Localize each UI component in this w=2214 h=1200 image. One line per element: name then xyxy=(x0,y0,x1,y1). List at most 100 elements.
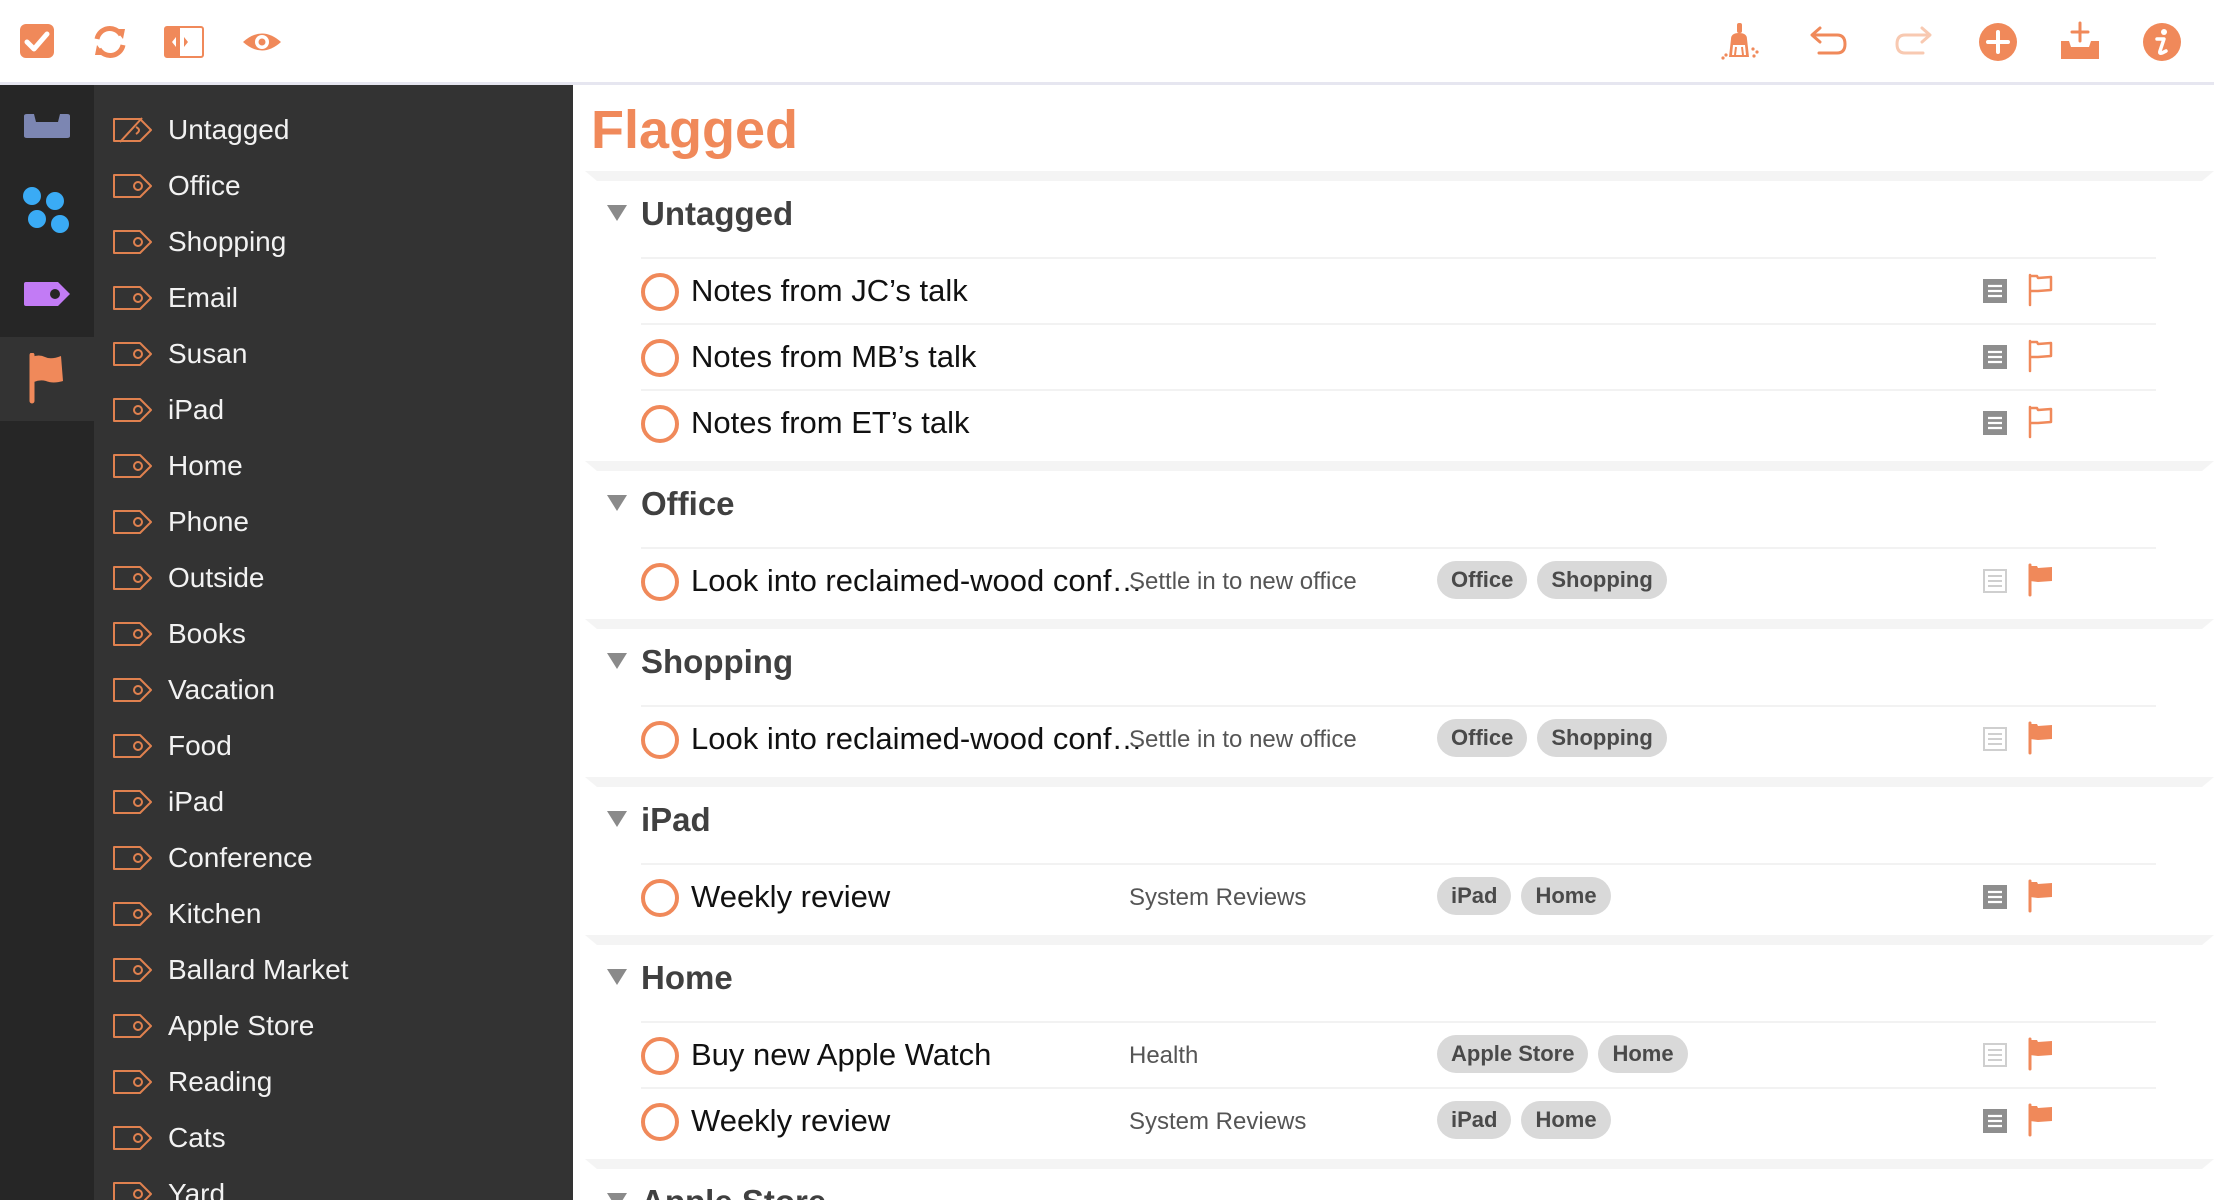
disclosure-triangle-icon[interactable] xyxy=(607,495,627,511)
tag-pill[interactable]: Apple Store xyxy=(1437,1035,1589,1073)
task-checkbox[interactable] xyxy=(641,879,679,917)
task-row[interactable]: Weekly review System Reviews iPad Home xyxy=(641,863,2156,927)
tag-pill[interactable]: Shopping xyxy=(1537,561,1667,599)
sidebar-tag-item[interactable]: Shopping xyxy=(94,214,573,270)
flag-icon[interactable] xyxy=(2027,879,2055,913)
group-header[interactable]: Apple Store xyxy=(573,1169,2214,1200)
clean-up-button[interactable] xyxy=(1718,20,1762,64)
task-row[interactable]: Look into reclaimed-wood conf… Settle in … xyxy=(641,547,2156,611)
undo-button[interactable] xyxy=(1806,20,1850,64)
sidebar-tag-item[interactable]: Yard xyxy=(94,1166,573,1200)
task-row[interactable]: Look into reclaimed-wood conf… Settle in … xyxy=(641,705,2156,769)
task-checkbox[interactable] xyxy=(641,273,679,311)
note-icon[interactable] xyxy=(1983,411,2007,435)
tag-pill[interactable]: Home xyxy=(1521,877,1611,915)
perspective-inbox[interactable] xyxy=(0,85,94,169)
sidebar-tag-item[interactable]: Office xyxy=(94,158,573,214)
sidebar-tag-item[interactable]: Vacation xyxy=(94,662,573,718)
task-title[interactable]: Buy new Apple Watch xyxy=(691,1023,991,1087)
group-header[interactable]: Shopping xyxy=(573,629,2214,695)
tag-pill[interactable]: Office xyxy=(1437,719,1528,757)
flag-icon[interactable] xyxy=(2027,721,2055,755)
task-title[interactable]: Look into reclaimed-wood conf… xyxy=(691,549,1142,613)
note-empty-icon[interactable] xyxy=(1983,727,2007,751)
flag-icon[interactable] xyxy=(2027,1103,2055,1137)
tag-pill[interactable]: iPad xyxy=(1437,1101,1512,1139)
task-checkbox[interactable] xyxy=(641,339,679,377)
task-title[interactable]: Notes from JC’s talk xyxy=(691,259,968,323)
flag-icon[interactable] xyxy=(2027,563,2055,597)
inspector-button[interactable] xyxy=(2140,20,2184,64)
task-checkbox[interactable] xyxy=(641,721,679,759)
sidebar-tag-item[interactable]: iPad xyxy=(94,382,573,438)
task-row[interactable]: Notes from JC’s talk xyxy=(641,257,2156,321)
task-checkbox[interactable] xyxy=(641,1103,679,1141)
sidebar-tag-item[interactable]: iPad xyxy=(94,774,573,830)
sync-button[interactable] xyxy=(88,20,132,64)
disclosure-triangle-icon[interactable] xyxy=(607,811,627,827)
tag-icon xyxy=(112,789,154,815)
perspective-tags[interactable] xyxy=(0,253,94,337)
disclosure-triangle-icon[interactable] xyxy=(607,205,627,221)
note-icon[interactable] xyxy=(1983,345,2007,369)
sidebar-tag-item[interactable]: Cats xyxy=(94,1110,573,1166)
note-empty-icon[interactable] xyxy=(1983,569,2007,593)
task-title[interactable]: Weekly review xyxy=(691,1089,890,1153)
task-checkbox[interactable] xyxy=(641,563,679,601)
tag-icon xyxy=(112,1125,154,1151)
group-header[interactable]: Untagged xyxy=(573,181,2214,247)
group-header[interactable]: Home xyxy=(573,945,2214,1011)
quick-entry-button[interactable] xyxy=(2058,20,2102,64)
task-title[interactable]: Notes from MB’s talk xyxy=(691,325,976,389)
disclosure-triangle-icon[interactable] xyxy=(607,969,627,985)
note-icon[interactable] xyxy=(1983,1109,2007,1133)
note-empty-icon[interactable] xyxy=(1983,1043,2007,1067)
sidebar-tag-item[interactable]: Outside xyxy=(94,550,573,606)
task-title[interactable]: Weekly review xyxy=(691,865,890,929)
disclosure-triangle-icon[interactable] xyxy=(607,653,627,669)
sidebar-tag-item[interactable]: Food xyxy=(94,718,573,774)
sidebar-tag-item[interactable]: Email xyxy=(94,270,573,326)
flag-outline-icon[interactable] xyxy=(2027,273,2055,307)
flag-outline-icon[interactable] xyxy=(2027,339,2055,373)
tag-pill[interactable]: Office xyxy=(1437,561,1528,599)
group-header[interactable]: iPad xyxy=(573,787,2214,853)
note-icon[interactable] xyxy=(1983,885,2007,909)
sidebar-tag-item[interactable]: Kitchen xyxy=(94,886,573,942)
sidebar-tag-item[interactable]: Conference xyxy=(94,830,573,886)
tag-pill[interactable]: Home xyxy=(1598,1035,1688,1073)
task-row[interactable]: Notes from MB’s talk xyxy=(641,323,2156,387)
sidebar-tag-item[interactable]: Home xyxy=(94,438,573,494)
complete-button[interactable] xyxy=(16,20,60,64)
note-icon[interactable] xyxy=(1983,279,2007,303)
tag-pill[interactable]: Home xyxy=(1521,1101,1611,1139)
view-options-button[interactable] xyxy=(240,20,284,64)
group-separator xyxy=(573,935,2214,945)
perspective-flagged[interactable] xyxy=(0,337,94,421)
new-action-button[interactable] xyxy=(1976,20,2020,64)
group-header[interactable]: Office xyxy=(573,471,2214,537)
task-row[interactable]: Weekly review System Reviews iPad Home xyxy=(641,1087,2156,1151)
sidebar-tag-item[interactable]: Susan xyxy=(94,326,573,382)
sidebar-tag-item[interactable]: Phone xyxy=(94,494,573,550)
tag-pill[interactable]: Shopping xyxy=(1537,719,1667,757)
sidebar-tag-item[interactable]: Books xyxy=(94,606,573,662)
sidebar-toggle-button[interactable] xyxy=(162,20,206,64)
disclosure-triangle-icon[interactable] xyxy=(607,1193,627,1200)
task-title[interactable]: Look into reclaimed-wood conf… xyxy=(691,707,1142,771)
sidebar-tag-item[interactable]: Reading xyxy=(94,1054,573,1110)
task-checkbox[interactable] xyxy=(641,405,679,443)
task-row[interactable]: Notes from ET’s talk xyxy=(641,389,2156,453)
task-checkbox[interactable] xyxy=(641,1037,679,1075)
sidebar-tag-item[interactable]: Untagged xyxy=(94,102,573,158)
tag-pill[interactable]: iPad xyxy=(1437,877,1512,915)
redo-button[interactable] xyxy=(1892,20,1936,64)
sidebar-tag-item[interactable]: Apple Store xyxy=(94,998,573,1054)
flag-outline-icon[interactable] xyxy=(2027,405,2055,439)
flag-icon[interactable] xyxy=(2027,1037,2055,1071)
task-title[interactable]: Notes from ET’s talk xyxy=(691,391,970,455)
task-row[interactable]: Buy new Apple Watch Health Apple Store Home xyxy=(641,1021,2156,1085)
sidebar-tag-item[interactable]: Ballard Market xyxy=(94,942,573,998)
group-separator xyxy=(573,171,2214,181)
perspective-projects[interactable] xyxy=(0,169,94,253)
